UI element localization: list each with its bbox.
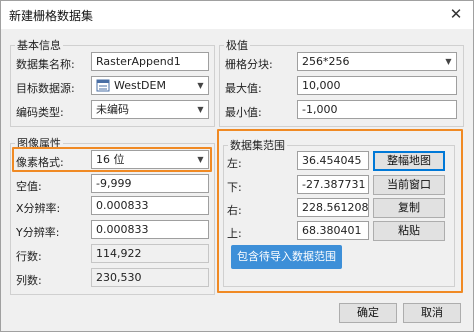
y-resolution-label: Y分辨率: [16, 226, 60, 239]
chevron-down-icon: ▼ [197, 81, 204, 90]
bottom-bound-input[interactable]: -27.387731 [297, 175, 369, 194]
ok-button[interactable]: 确定 [339, 303, 397, 323]
current-window-button[interactable]: 当前窗口 [373, 175, 445, 195]
top-bound-label: 上: [227, 227, 242, 240]
chevron-down-icon: ▼ [445, 57, 452, 66]
right-bound-input[interactable]: 228.561208 [297, 198, 369, 217]
dialog-title: 新建栅格数据集 [9, 9, 94, 23]
paste-button[interactable]: 粘贴 [373, 221, 445, 241]
row-count-value: 114,922 [91, 244, 209, 263]
full-map-button[interactable]: 整幅地图 [373, 151, 445, 171]
tile-size-label: 栅格分块: [225, 58, 273, 71]
null-value-input[interactable]: -9,999 [91, 174, 209, 193]
tile-size-select[interactable]: 256*256 ▼ [297, 52, 457, 71]
left-bound-input[interactable]: 36.454045 [297, 151, 369, 170]
left-bound-label: 左: [227, 157, 242, 170]
y-resolution-input[interactable]: 0.000833 [91, 220, 209, 239]
target-datasource-value: WestDEM [114, 79, 166, 92]
title-bar: 新建栅格数据集 ✕ [1, 1, 473, 29]
min-value-input[interactable]: -1,000 [297, 100, 457, 119]
top-bound-input[interactable]: 68.380401 [297, 221, 369, 240]
bounds-callout: 包含待导入数据范围 [231, 245, 342, 269]
basic-info-legend: 基本信息 [17, 39, 61, 52]
target-datasource-label: 目标数据源: [16, 82, 75, 95]
cancel-button[interactable]: 取消 [403, 303, 461, 323]
copy-button[interactable]: 复制 [373, 198, 445, 218]
encoding-type-select[interactable]: 未编码 ▼ [91, 100, 209, 119]
encoding-type-label: 编码类型: [16, 106, 64, 119]
column-count-value: 230,530 [91, 268, 209, 287]
max-value-input[interactable]: 10,000 [297, 76, 457, 95]
encoding-type-value: 未编码 [96, 103, 129, 116]
pixel-format-highlight [12, 147, 212, 172]
min-value-label: 最小值: [225, 106, 262, 119]
extreme-value-legend: 极值 [226, 39, 248, 52]
bottom-bound-label: 下: [227, 181, 242, 194]
dataset-name-label: 数据集名称: [16, 58, 75, 71]
close-icon[interactable]: ✕ [445, 3, 467, 25]
null-value-label: 空值: [16, 180, 42, 193]
dataset-name-input[interactable]: RasterAppend1 [91, 52, 209, 71]
x-resolution-input[interactable]: 0.000833 [91, 196, 209, 215]
database-icon [96, 79, 110, 92]
target-datasource-select[interactable]: WestDEM ▼ [91, 76, 209, 95]
chevron-down-icon: ▼ [197, 105, 204, 114]
tile-size-value: 256*256 [302, 55, 350, 68]
right-bound-label: 右: [227, 204, 242, 217]
new-raster-dataset-dialog: 新建栅格数据集 ✕ 基本信息 数据集名称: RasterAppend1 目标数据… [0, 0, 474, 332]
x-resolution-label: X分辨率: [16, 202, 61, 215]
max-value-label: 最大值: [225, 82, 262, 95]
row-count-label: 行数: [16, 250, 42, 263]
column-count-label: 列数: [16, 274, 42, 287]
